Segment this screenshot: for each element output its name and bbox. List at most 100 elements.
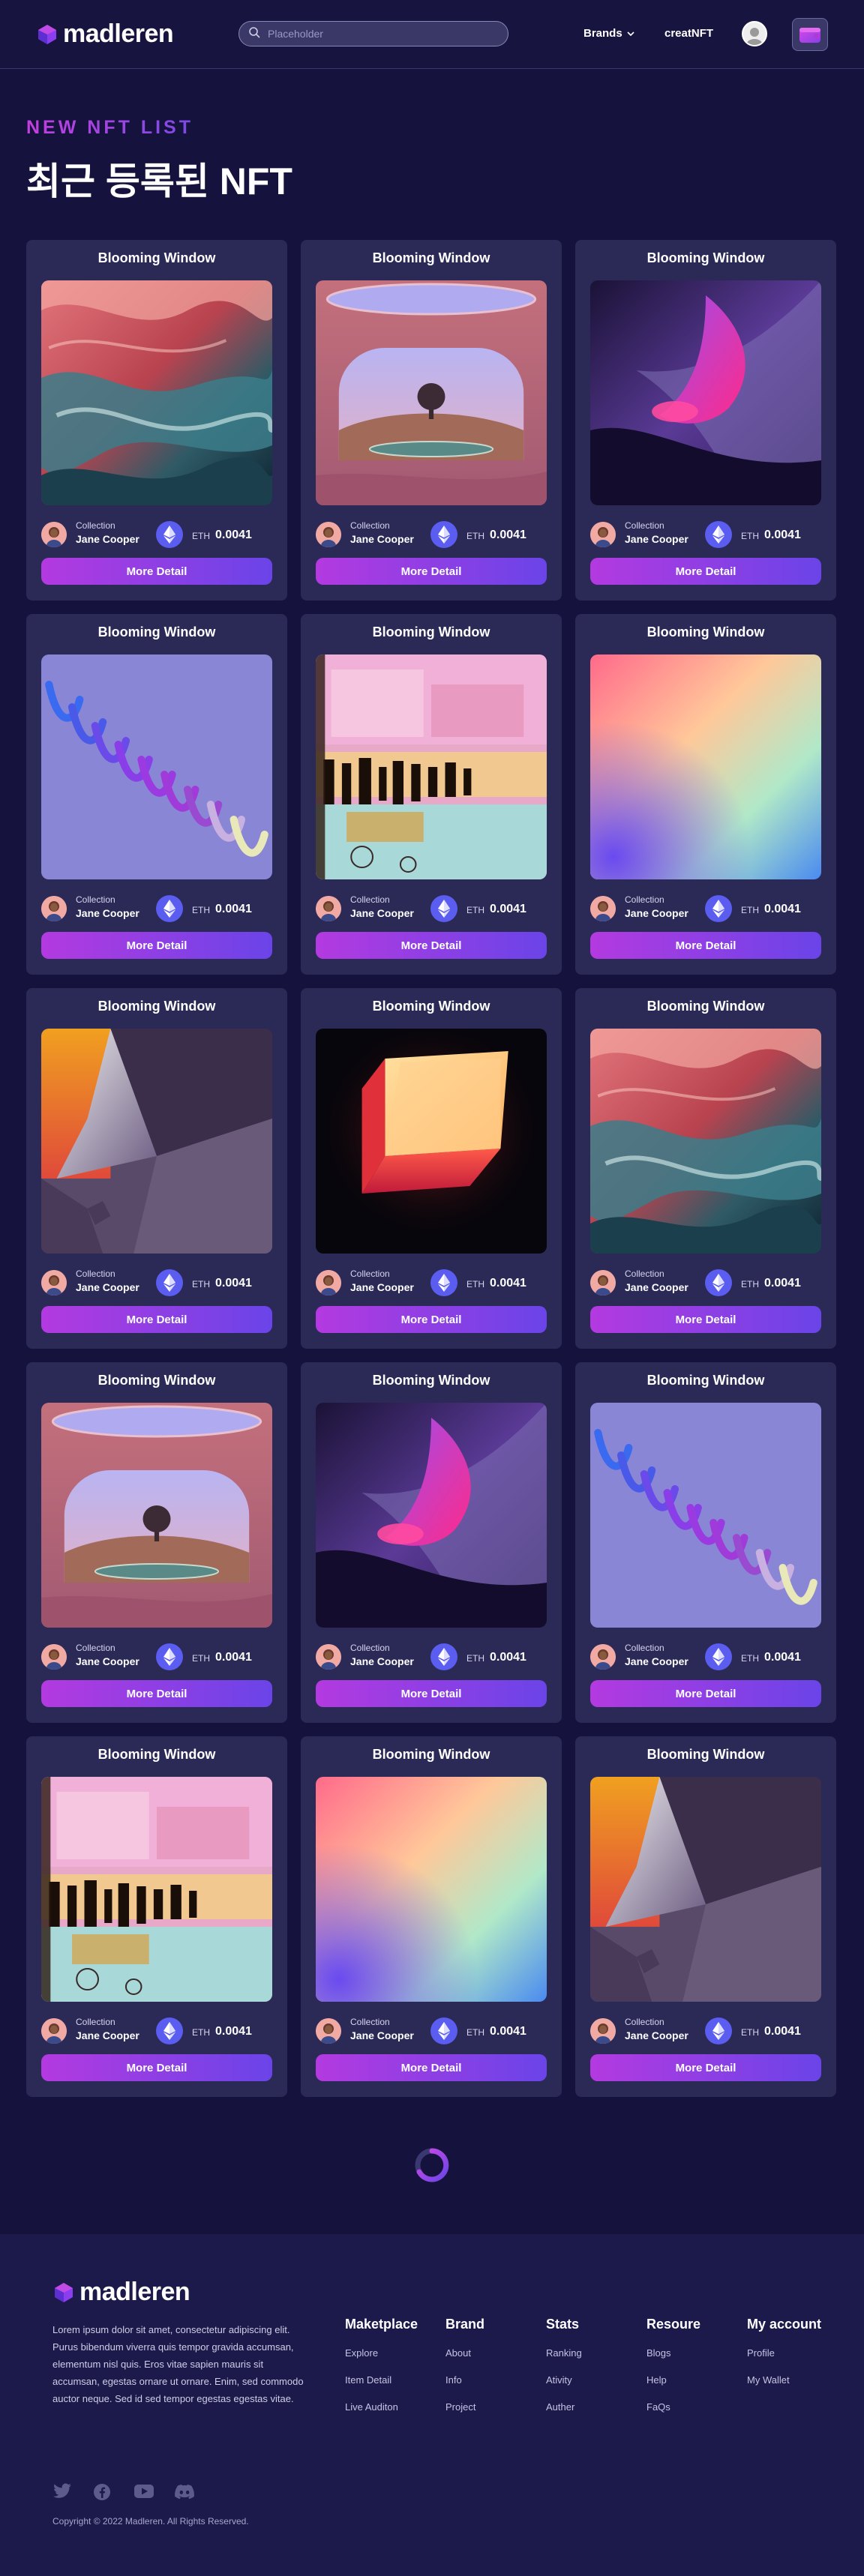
creator-name[interactable]: Jane Cooper	[350, 2029, 414, 2041]
more-detail-button[interactable]: More Detail	[590, 2054, 821, 2081]
nft-card[interactable]: Blooming Window Collection Jane Cooper E…	[301, 1362, 562, 1723]
nft-card[interactable]: Blooming Window Collection Jane Cooper E…	[26, 614, 287, 975]
creator-name[interactable]: Jane Cooper	[76, 907, 140, 919]
creator-name[interactable]: Jane Cooper	[76, 1655, 140, 1667]
nft-artwork-image[interactable]	[41, 654, 272, 879]
creator-avatar[interactable]	[316, 2018, 341, 2044]
nft-artwork-image[interactable]	[590, 654, 821, 879]
footer-link-blogs[interactable]: Blogs	[646, 2347, 700, 2359]
footer-link-about[interactable]: About	[446, 2347, 484, 2359]
footer-link-info[interactable]: Info	[446, 2374, 484, 2386]
facebook-icon[interactable]	[93, 2483, 114, 2501]
more-detail-button[interactable]: More Detail	[590, 932, 821, 959]
creator-name[interactable]: Jane Cooper	[625, 1281, 688, 1293]
user-avatar-button[interactable]	[742, 21, 767, 46]
creator-avatar[interactable]	[590, 1270, 616, 1295]
twitter-icon[interactable]	[52, 2483, 74, 2501]
nft-card[interactable]: Blooming Window Collection Jane Cooper E…	[301, 1736, 562, 2097]
more-detail-button[interactable]: More Detail	[316, 2054, 547, 2081]
creator-avatar[interactable]	[41, 522, 67, 547]
footer-link-author[interactable]: Auther	[546, 2401, 582, 2413]
search-input[interactable]	[268, 28, 493, 40]
more-detail-button[interactable]: More Detail	[41, 2054, 272, 2081]
creator-name[interactable]: Jane Cooper	[625, 2029, 688, 2041]
creator-avatar[interactable]	[590, 896, 616, 921]
nft-card[interactable]: Blooming Window Collection Jane Cooper E…	[575, 240, 836, 601]
more-detail-button[interactable]: More Detail	[41, 1680, 272, 1707]
nft-card[interactable]: Blooming Window Collection Jane Cooper E…	[301, 614, 562, 975]
creator-avatar[interactable]	[590, 522, 616, 547]
more-detail-button[interactable]: More Detail	[316, 1306, 547, 1333]
more-detail-button[interactable]: More Detail	[41, 932, 272, 959]
creator-avatar[interactable]	[41, 1270, 67, 1295]
nft-card[interactable]: Blooming Window Collection Jane Cooper E…	[301, 988, 562, 1349]
footer-link-faqs[interactable]: FaQs	[646, 2401, 700, 2413]
creator-avatar[interactable]	[316, 522, 341, 547]
nft-artwork-image[interactable]	[316, 654, 547, 879]
footer-link-live-auction[interactable]: Live Auditon	[345, 2401, 418, 2413]
nft-card[interactable]: Blooming Window Collection Jane Cooper E…	[575, 988, 836, 1349]
more-detail-button[interactable]: More Detail	[316, 1680, 547, 1707]
creator-avatar[interactable]	[590, 2018, 616, 2044]
footer-link-my-wallet[interactable]: My Wallet	[747, 2374, 821, 2386]
footer-link-profile[interactable]: Profile	[747, 2347, 821, 2359]
more-detail-button[interactable]: More Detail	[316, 932, 547, 959]
footer-link-help[interactable]: Help	[646, 2374, 700, 2386]
creator-name[interactable]: Jane Cooper	[350, 907, 414, 919]
nft-artwork-image[interactable]	[590, 1777, 821, 2002]
creator-name[interactable]: Jane Cooper	[625, 907, 688, 919]
footer-link-item-detail[interactable]: Item Detail	[345, 2374, 418, 2386]
wallet-button[interactable]	[792, 18, 828, 51]
footer-link-ranking[interactable]: Ranking	[546, 2347, 582, 2359]
creator-avatar[interactable]	[316, 1270, 341, 1295]
creator-avatar[interactable]	[316, 1644, 341, 1670]
more-detail-button[interactable]: More Detail	[590, 558, 821, 585]
creator-avatar[interactable]	[41, 1644, 67, 1670]
nft-card[interactable]: Blooming Window Collection Jane Cooper E…	[301, 240, 562, 601]
brand-logo[interactable]: madleren	[36, 19, 174, 49]
nft-card[interactable]: Blooming Window Collection Jane Cooper E…	[26, 1736, 287, 2097]
nft-artwork-image[interactable]	[316, 1029, 547, 1254]
creator-name[interactable]: Jane Cooper	[625, 1655, 688, 1667]
creator-avatar[interactable]	[41, 896, 67, 921]
nft-artwork-image[interactable]	[41, 1777, 272, 2002]
footer-brand-logo[interactable]: madleren	[52, 2278, 190, 2307]
nft-card[interactable]: Blooming Window Collection Jane Cooper E…	[26, 240, 287, 601]
nft-card[interactable]: Blooming Window Collection Jane Cooper E…	[575, 614, 836, 975]
nav-brands-dropdown[interactable]: Brands	[584, 27, 634, 40]
more-detail-button[interactable]: More Detail	[316, 558, 547, 585]
more-detail-button[interactable]: More Detail	[590, 1680, 821, 1707]
nft-artwork-image[interactable]	[316, 1403, 547, 1628]
nft-artwork-image[interactable]	[316, 280, 547, 505]
more-detail-button[interactable]: More Detail	[41, 1306, 272, 1333]
footer-link-explore[interactable]: Explore	[345, 2347, 418, 2359]
creator-name[interactable]: Jane Cooper	[76, 2029, 140, 2041]
nft-artwork-image[interactable]	[41, 280, 272, 505]
nft-card[interactable]: Blooming Window Collection Jane Cooper E…	[575, 1736, 836, 2097]
footer-link-activity[interactable]: Ativity	[546, 2374, 582, 2386]
nft-artwork-image[interactable]	[590, 1029, 821, 1254]
nft-artwork-image[interactable]	[590, 280, 821, 505]
nft-card[interactable]: Blooming Window Collection Jane Cooper E…	[575, 1362, 836, 1723]
creator-name[interactable]: Jane Cooper	[76, 533, 140, 545]
footer-link-project[interactable]: Project	[446, 2401, 484, 2413]
discord-icon[interactable]	[174, 2483, 195, 2501]
nft-artwork-image[interactable]	[316, 1777, 547, 2002]
creator-name[interactable]: Jane Cooper	[350, 533, 414, 545]
nft-artwork-image[interactable]	[41, 1029, 272, 1254]
nft-card[interactable]: Blooming Window Collection Jane Cooper E…	[26, 1362, 287, 1723]
search-bar[interactable]	[238, 21, 508, 46]
creator-name[interactable]: Jane Cooper	[76, 1281, 140, 1293]
creator-avatar[interactable]	[316, 896, 341, 921]
nft-card[interactable]: Blooming Window Collection Jane Cooper E…	[26, 988, 287, 1349]
creator-avatar[interactable]	[41, 2018, 67, 2044]
more-detail-button[interactable]: More Detail	[41, 558, 272, 585]
creator-name[interactable]: Jane Cooper	[625, 533, 688, 545]
creator-name[interactable]: Jane Cooper	[350, 1281, 414, 1293]
nav-create-nft-link[interactable]: creatNFT	[664, 27, 713, 40]
creator-name[interactable]: Jane Cooper	[350, 1655, 414, 1667]
youtube-icon[interactable]	[134, 2483, 154, 2501]
creator-avatar[interactable]	[590, 1644, 616, 1670]
nft-artwork-image[interactable]	[590, 1403, 821, 1628]
nft-artwork-image[interactable]	[41, 1403, 272, 1628]
